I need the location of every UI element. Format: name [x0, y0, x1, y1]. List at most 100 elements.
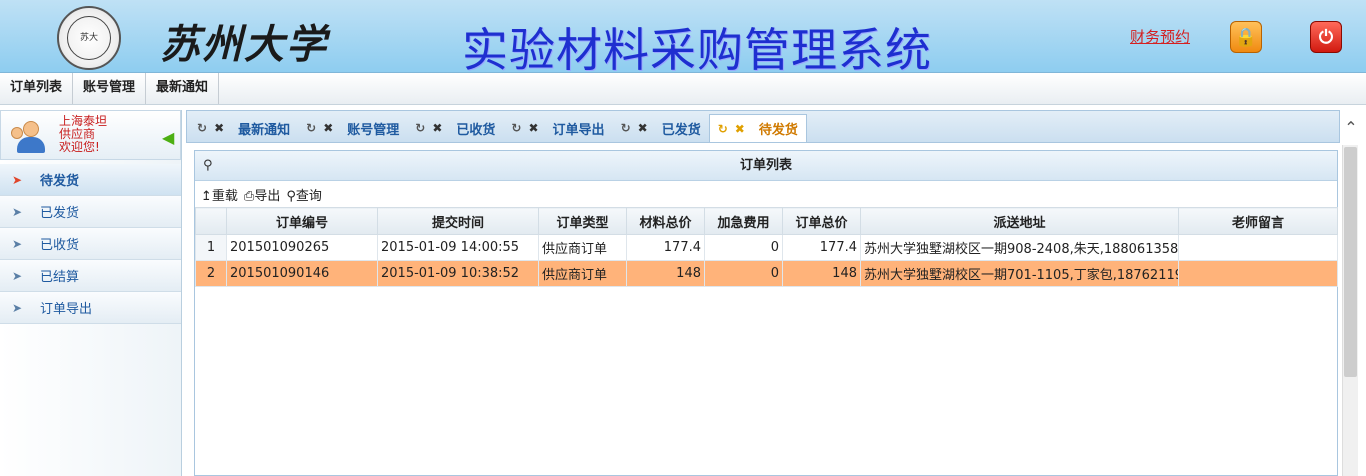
- table-row[interactable]: 2 201501090146 2015-01-09 10:38:52 供应商订单…: [195, 260, 1338, 287]
- tab-received[interactable]: ↻ ✖ 已收货: [407, 114, 503, 142]
- arrow-right-icon: ➤: [12, 300, 23, 315]
- menu-latest-notice[interactable]: 最新通知: [146, 73, 220, 104]
- tabs-bar: ↻ ✖ 最新通知 ↻ ✖ 账号管理 ↻ ✖ 已收货 ↻ ✖ 订单导出 ↻ ✖ 已…: [186, 110, 1340, 143]
- cell-note: [1178, 234, 1338, 261]
- row-index: 1: [195, 234, 227, 261]
- row-index: 2: [195, 260, 227, 287]
- menu-account-management[interactable]: 账号管理: [73, 73, 147, 104]
- export-label: 导出: [254, 188, 281, 204]
- sidebar-item-shipped[interactable]: ➤ 已发货: [0, 196, 181, 228]
- scrollbar-thumb[interactable]: [1344, 147, 1357, 377]
- order-list-panel: ⚲ 订单列表 ↥重载 ⎙导出 ⚲查询 订单编号 提交时间 订单类型 材料总价 加…: [194, 150, 1338, 476]
- table-row[interactable]: 1 201501090265 2015-01-09 14:00:55 供应商订单…: [195, 234, 1338, 261]
- column-header[interactable]: 老师留言: [1178, 207, 1338, 235]
- arrow-right-icon: ➤: [12, 268, 23, 283]
- system-title: 实验材料采购管理系统: [462, 23, 932, 77]
- column-header[interactable]: 加急费用: [704, 207, 783, 235]
- cell-time: 2015-01-09 14:00:55: [377, 234, 539, 261]
- arrow-right-icon: ➤: [12, 204, 23, 219]
- collapse-arrow-icon[interactable]: ◀: [162, 128, 174, 147]
- table-header-row: 订单编号 提交时间 订单类型 材料总价 加急费用 订单总价 派送地址 老师留言: [195, 207, 1338, 235]
- refresh-icon[interactable]: ↻: [306, 121, 316, 135]
- cell-urgent-fee: 0: [704, 234, 783, 261]
- cell-urgent-fee: 0: [704, 260, 783, 287]
- cell-note: [1178, 260, 1338, 287]
- tab-label: 账号管理: [347, 122, 400, 138]
- cell-type: 供应商订单: [538, 260, 627, 287]
- refresh-icon[interactable]: ↻: [511, 121, 521, 135]
- cell-order-total: 177.4: [782, 234, 861, 261]
- cell-address: 苏州大学独墅湖校区一期908-2408,朱天,18806135805: [860, 234, 1179, 261]
- sidebar-item-label: 待发货: [40, 174, 80, 189]
- cell-time: 2015-01-09 10:38:52: [377, 260, 539, 287]
- panel-header: ⚲ 订单列表: [195, 151, 1337, 181]
- power-icon[interactable]: ⏻: [1310, 21, 1342, 53]
- cell-order-total: 148: [782, 260, 861, 287]
- cell-type: 供应商订单: [538, 234, 627, 261]
- export-button[interactable]: ⎙导出: [244, 185, 280, 204]
- query-button[interactable]: ⚲查询: [286, 185, 322, 204]
- refresh-icon[interactable]: ↻: [415, 121, 425, 135]
- column-header-index: [195, 207, 227, 235]
- close-icon[interactable]: ✖: [323, 121, 333, 135]
- panel-title: 订单列表: [739, 158, 792, 173]
- cell-address: 苏州大学独墅湖校区一期701-1105,丁家包,18762119835: [860, 260, 1179, 287]
- finance-appointment-link[interactable]: 财务预约: [1130, 26, 1190, 47]
- order-table: 订单编号 提交时间 订单类型 材料总价 加急费用 订单总价 派送地址 老师留言 …: [195, 207, 1338, 287]
- top-menu: 订单列表 账号管理 最新通知: [0, 73, 1366, 105]
- close-icon[interactable]: ✖: [735, 122, 745, 136]
- sidebar-item-label: 已发货: [40, 206, 80, 221]
- query-label: 查询: [295, 188, 322, 204]
- reload-button[interactable]: ↥重载: [201, 185, 238, 204]
- sidebar-item-settled[interactable]: ➤ 已结算: [0, 260, 181, 292]
- cell-order-no: 201501090265: [226, 234, 378, 261]
- column-header[interactable]: 订单类型: [538, 207, 627, 235]
- lock-icon[interactable]: 🔒: [1230, 21, 1262, 53]
- grid-toolbar: ↥重载 ⎙导出 ⚲查询: [195, 181, 1337, 207]
- close-icon[interactable]: ✖: [214, 121, 224, 135]
- refresh-icon[interactable]: ↻: [718, 122, 728, 136]
- sidebar-item-pending-shipment[interactable]: ➤ 待发货: [0, 164, 181, 196]
- search-icon: ⚲: [203, 158, 213, 173]
- refresh-icon[interactable]: ↻: [621, 121, 631, 135]
- sidebar-item-label: 订单导出: [40, 302, 93, 317]
- tab-order-export[interactable]: ↻ ✖ 订单导出: [503, 114, 612, 142]
- tab-label: 订单导出: [552, 122, 605, 138]
- user-info: 上海泰坦 供应商 欢迎您!: [59, 115, 107, 154]
- sidebar-item-label: 已收货: [40, 238, 80, 253]
- tab-pending-shipment[interactable]: ↻ ✖ 待发货: [708, 114, 807, 142]
- column-header[interactable]: 订单总价: [782, 207, 861, 235]
- tab-latest-notice[interactable]: ↻ ✖ 最新通知: [189, 114, 298, 142]
- column-header[interactable]: 订单编号: [226, 207, 378, 235]
- user-info-box: 上海泰坦 供应商 欢迎您! ◀: [0, 110, 181, 160]
- column-header[interactable]: 派送地址: [860, 207, 1179, 235]
- close-icon[interactable]: ✖: [528, 121, 538, 135]
- cell-material-total: 177.4: [626, 234, 705, 261]
- tab-label: 最新通知: [238, 122, 291, 138]
- tab-label: 待发货: [758, 123, 798, 138]
- tab-account-management[interactable]: ↻ ✖ 账号管理: [298, 114, 407, 142]
- close-icon[interactable]: ✖: [432, 121, 442, 135]
- menu-order-list[interactable]: 订单列表: [0, 73, 74, 104]
- close-icon[interactable]: ✖: [638, 121, 648, 135]
- arrow-right-icon: ➤: [12, 236, 23, 251]
- sidebar-nav: ➤ 待发货 ➤ 已发货 ➤ 已收货 ➤ 已结算 ➤ 订单导出: [0, 164, 181, 324]
- university-name: 苏州大学: [160, 21, 328, 68]
- cell-order-no: 201501090146: [226, 260, 378, 287]
- scroll-up-icon[interactable]: ⌃: [1341, 118, 1361, 148]
- tab-label: 已收货: [456, 122, 496, 138]
- arrow-right-icon: ➤: [12, 172, 23, 187]
- refresh-icon[interactable]: ↻: [197, 121, 207, 135]
- sidebar-item-received[interactable]: ➤ 已收货: [0, 228, 181, 260]
- cell-material-total: 148: [626, 260, 705, 287]
- tab-label: 已发货: [661, 122, 701, 138]
- column-header[interactable]: 提交时间: [377, 207, 539, 235]
- column-header[interactable]: 材料总价: [626, 207, 705, 235]
- reload-label: 重载: [211, 188, 238, 204]
- users-avatar-icon: [9, 119, 49, 153]
- header-banner: 苏大 苏州大学 实验材料采购管理系统 财务预约 🔒 ⏻: [0, 0, 1366, 77]
- tab-shipped[interactable]: ↻ ✖ 已发货: [613, 114, 709, 142]
- vertical-scrollbar[interactable]: [1342, 145, 1358, 476]
- seal-inner: 苏大: [67, 16, 111, 60]
- sidebar-item-order-export[interactable]: ➤ 订单导出: [0, 292, 181, 324]
